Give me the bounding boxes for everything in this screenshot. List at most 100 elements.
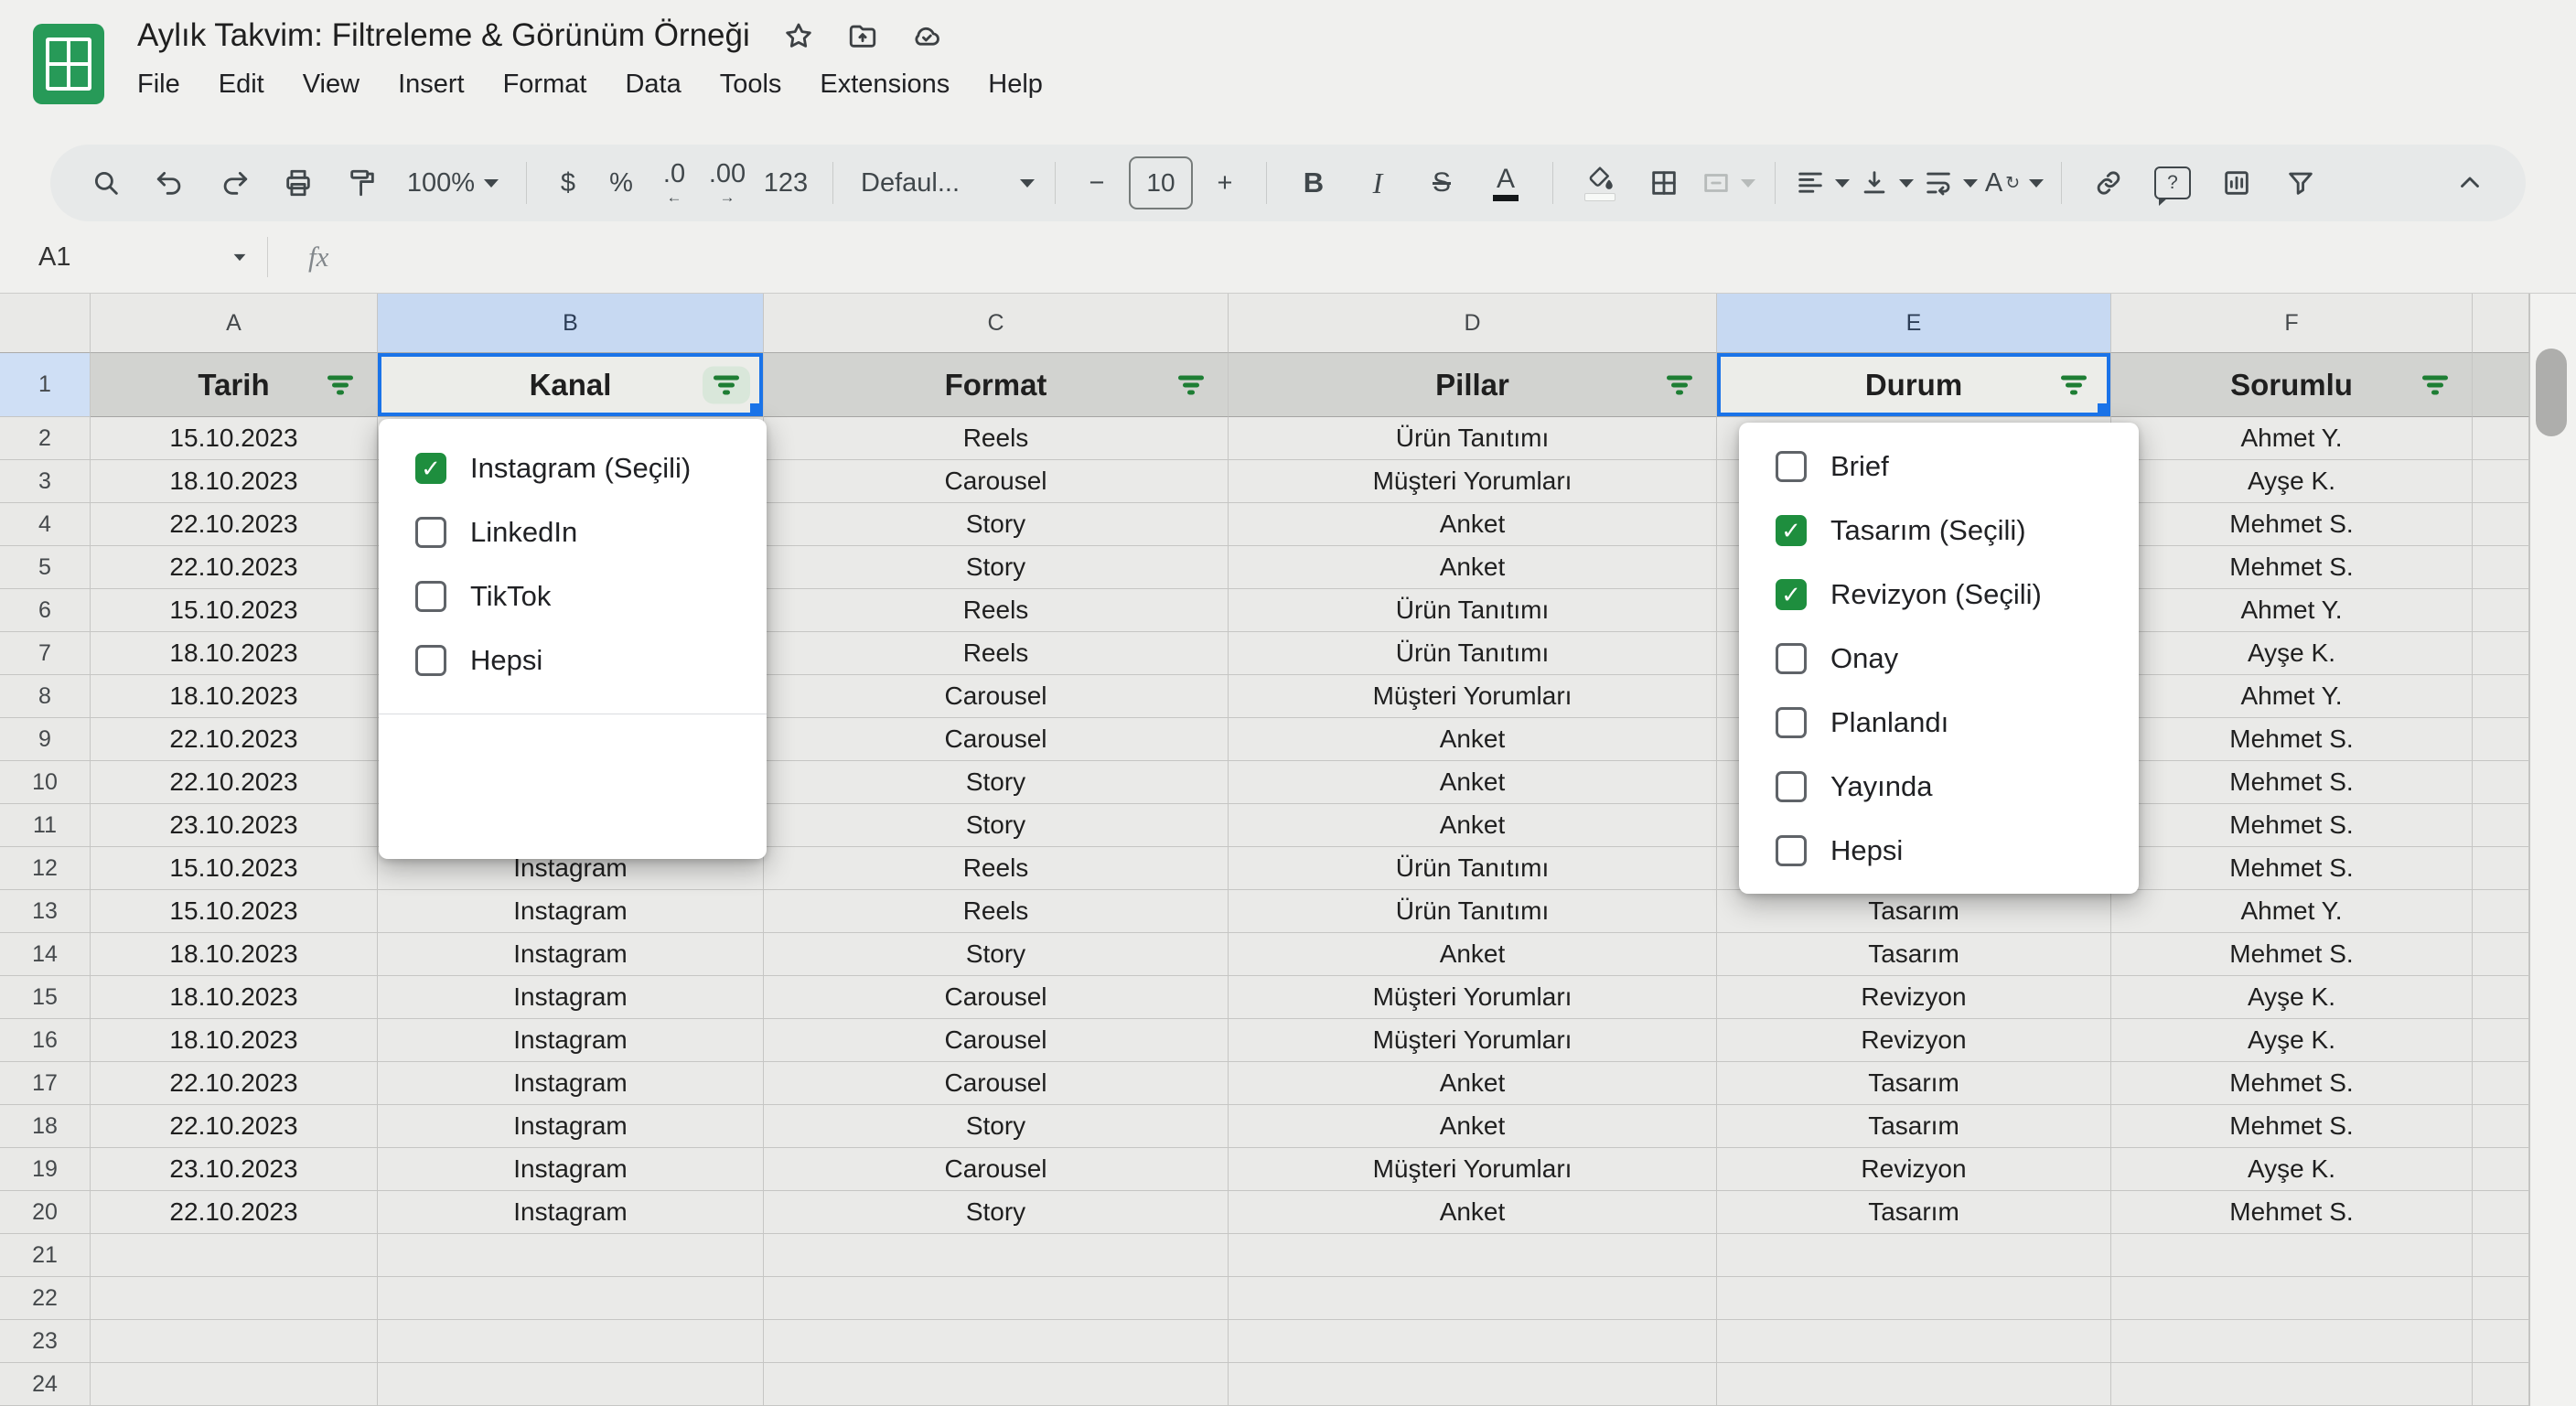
cell-B17[interactable]: Instagram bbox=[378, 1062, 764, 1105]
insert-comment-icon[interactable]: ? bbox=[2141, 155, 2205, 211]
filter-option-label[interactable]: Planlandı bbox=[1830, 706, 1948, 739]
checkbox-checked-icon[interactable]: ✓ bbox=[415, 453, 446, 484]
cell-C9[interactable]: Carousel bbox=[764, 718, 1229, 761]
cell-E13[interactable]: Tasarım bbox=[1717, 890, 2111, 933]
cell-E15[interactable]: Revizyon bbox=[1717, 976, 2111, 1019]
row-header-16[interactable]: 16 bbox=[0, 1019, 91, 1062]
cell-B21[interactable] bbox=[378, 1234, 764, 1277]
cell-C10[interactable]: Story bbox=[764, 761, 1229, 804]
row-header-22[interactable]: 22 bbox=[0, 1277, 91, 1320]
cell-A2[interactable]: 15.10.2023 bbox=[91, 417, 378, 460]
cell-G3[interactable] bbox=[2473, 460, 2529, 503]
row-header-6[interactable]: 6 bbox=[0, 589, 91, 632]
checkbox-unchecked-icon[interactable] bbox=[1776, 643, 1807, 674]
cell-E17[interactable]: Tasarım bbox=[1717, 1062, 2111, 1105]
cell-B1[interactable]: Kanal bbox=[378, 353, 764, 417]
cell-D24[interactable] bbox=[1229, 1363, 1717, 1406]
cell-B13[interactable]: Instagram bbox=[378, 890, 764, 933]
filter-option-label[interactable]: Hepsi bbox=[470, 644, 542, 677]
cloud-saved-icon[interactable] bbox=[911, 20, 942, 51]
cell-A18[interactable]: 22.10.2023 bbox=[91, 1105, 378, 1148]
borders-button[interactable] bbox=[1632, 155, 1696, 211]
sheets-logo[interactable] bbox=[33, 24, 104, 104]
cell-C14[interactable]: Story bbox=[764, 933, 1229, 976]
cell-D5[interactable]: Anket bbox=[1229, 546, 1717, 589]
filter-option-brief[interactable]: Brief bbox=[1776, 437, 2139, 496]
filter-option-instagram-seçili[interactable]: ✓Instagram (Seçili) bbox=[415, 439, 767, 498]
filter-option-label[interactable]: Onay bbox=[1830, 642, 1898, 675]
filter-option-label[interactable]: Yayında bbox=[1830, 770, 1932, 803]
filter-option-revizyon-seçili[interactable]: ✓Revizyon (Seçili) bbox=[1776, 565, 2139, 624]
filter-option-label[interactable]: Brief bbox=[1830, 450, 1889, 483]
increase-decimal-button[interactable]: .00→ bbox=[701, 155, 754, 211]
cell-D7[interactable]: Ürün Tanıtımı bbox=[1229, 632, 1717, 675]
checkbox-checked-icon[interactable]: ✓ bbox=[1776, 579, 1807, 610]
cell-F13[interactable]: Ahmet Y. bbox=[2111, 890, 2473, 933]
print-icon[interactable] bbox=[266, 155, 330, 211]
filter-button-sorumlu[interactable] bbox=[2411, 366, 2459, 403]
cell-F12[interactable]: Mehmet S. bbox=[2111, 847, 2473, 890]
cell-A21[interactable] bbox=[91, 1234, 378, 1277]
filter-option-hepsi[interactable]: Hepsi bbox=[415, 631, 767, 690]
cell-A14[interactable]: 18.10.2023 bbox=[91, 933, 378, 976]
cell-F21[interactable] bbox=[2111, 1234, 2473, 1277]
move-to-folder-icon[interactable] bbox=[847, 20, 878, 51]
collapse-toolbar-icon[interactable] bbox=[2438, 155, 2502, 211]
cell-F4[interactable]: Mehmet S. bbox=[2111, 503, 2473, 546]
cell-B16[interactable]: Instagram bbox=[378, 1019, 764, 1062]
row-header-13[interactable]: 13 bbox=[0, 890, 91, 933]
cell-E16[interactable]: Revizyon bbox=[1717, 1019, 2111, 1062]
cell-F17[interactable]: Mehmet S. bbox=[2111, 1062, 2473, 1105]
filter-button-format[interactable] bbox=[1167, 366, 1215, 403]
cell-C13[interactable]: Reels bbox=[764, 890, 1229, 933]
cell-F16[interactable]: Ayşe K. bbox=[2111, 1019, 2473, 1062]
strikethrough-button[interactable]: S bbox=[1410, 155, 1474, 211]
cell-F8[interactable]: Ahmet Y. bbox=[2111, 675, 2473, 718]
cell-B18[interactable]: Instagram bbox=[378, 1105, 764, 1148]
filter-option-tasarım-seçili[interactable]: ✓Tasarım (Seçili) bbox=[1776, 501, 2139, 560]
row-header-19[interactable]: 19 bbox=[0, 1148, 91, 1191]
cell-E14[interactable]: Tasarım bbox=[1717, 933, 2111, 976]
filter-option-planlandı[interactable]: Planlandı bbox=[1776, 693, 2139, 752]
star-icon[interactable] bbox=[783, 20, 814, 51]
insert-chart-icon[interactable] bbox=[2205, 155, 2269, 211]
more-formats-button[interactable]: 123 bbox=[754, 155, 818, 211]
cell-F24[interactable] bbox=[2111, 1363, 2473, 1406]
row-header-24[interactable]: 24 bbox=[0, 1363, 91, 1406]
column-header-D[interactable]: D bbox=[1229, 294, 1717, 353]
cell-E21[interactable] bbox=[1717, 1234, 2111, 1277]
create-filter-icon[interactable] bbox=[2269, 155, 2333, 211]
cell-D23[interactable] bbox=[1229, 1320, 1717, 1363]
cell-C21[interactable] bbox=[764, 1234, 1229, 1277]
name-box[interactable]: A1 bbox=[0, 242, 267, 273]
row-header-7[interactable]: 7 bbox=[0, 632, 91, 675]
horizontal-align-button[interactable] bbox=[1790, 155, 1854, 211]
filter-option-linkedin[interactable]: LinkedIn bbox=[415, 503, 767, 562]
cell-F20[interactable]: Mehmet S. bbox=[2111, 1191, 2473, 1234]
cell-B22[interactable] bbox=[378, 1277, 764, 1320]
cell-C18[interactable]: Story bbox=[764, 1105, 1229, 1148]
menu-file[interactable]: File bbox=[137, 70, 180, 100]
cell-G15[interactable] bbox=[2473, 976, 2529, 1019]
cell-A24[interactable] bbox=[91, 1363, 378, 1406]
text-color-button[interactable]: A bbox=[1474, 155, 1538, 211]
cell-E20[interactable]: Tasarım bbox=[1717, 1191, 2111, 1234]
row-header-3[interactable]: 3 bbox=[0, 460, 91, 503]
cell-G18[interactable] bbox=[2473, 1105, 2529, 1148]
cell-A15[interactable]: 18.10.2023 bbox=[91, 976, 378, 1019]
cell-C4[interactable]: Story bbox=[764, 503, 1229, 546]
checkbox-unchecked-icon[interactable] bbox=[415, 645, 446, 676]
menu-tools[interactable]: Tools bbox=[720, 70, 782, 100]
row-header-4[interactable]: 4 bbox=[0, 503, 91, 546]
menu-view[interactable]: View bbox=[303, 70, 360, 100]
italic-button[interactable]: I bbox=[1346, 155, 1410, 211]
row-header-20[interactable]: 20 bbox=[0, 1191, 91, 1234]
cell-G21[interactable] bbox=[2473, 1234, 2529, 1277]
cell-A5[interactable]: 22.10.2023 bbox=[91, 546, 378, 589]
checkbox-unchecked-icon[interactable] bbox=[415, 517, 446, 548]
cell-B23[interactable] bbox=[378, 1320, 764, 1363]
merge-cells-button[interactable] bbox=[1696, 155, 1760, 211]
cell-G23[interactable] bbox=[2473, 1320, 2529, 1363]
cell-F5[interactable]: Mehmet S. bbox=[2111, 546, 2473, 589]
cell-D6[interactable]: Ürün Tanıtımı bbox=[1229, 589, 1717, 632]
